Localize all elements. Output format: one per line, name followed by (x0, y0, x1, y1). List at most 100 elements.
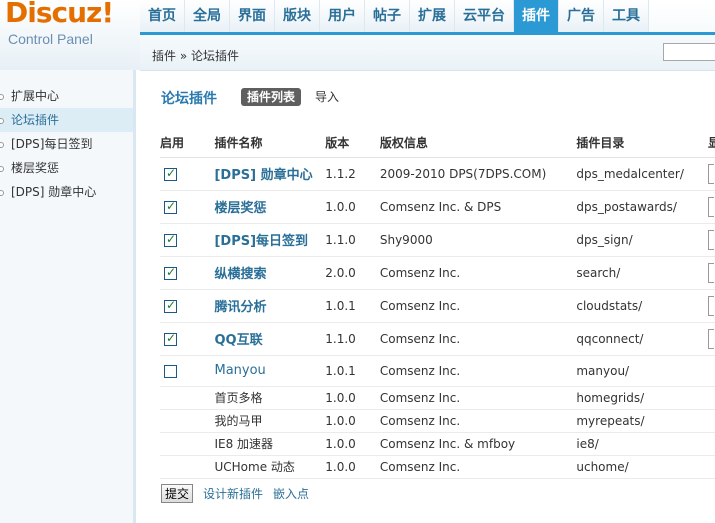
plugin-name-link[interactable]: 纵横搜索 (214, 267, 266, 282)
cell-version: 1.0.0 (325, 409, 380, 433)
display-order-input[interactable] (707, 262, 714, 283)
cell-copyright: Comsenz Inc. (379, 386, 577, 410)
cell-enabled (160, 355, 215, 387)
table-row: 首页多格 1.0.0 Comsenz Inc. homegrids/ (160, 386, 715, 410)
cell-enabled (160, 409, 215, 433)
tab-import[interactable]: 导入 (309, 88, 345, 106)
cell-plugin-name: IE8 加速器 (214, 432, 326, 456)
plugin-table: 启用 插件名称 版本 版权信息 插件目录 显 [DPS] 勋章中心 1.1.220… (160, 129, 715, 479)
cell-display (707, 157, 715, 191)
design-new-plugin-link[interactable]: 设计新插件 (203, 485, 263, 502)
plugin-name-link[interactable]: [DPS] 勋章中心 (214, 168, 312, 183)
cell-directory: search/ (576, 256, 708, 290)
cell-version: 1.0.1 (325, 289, 380, 323)
cell-plugin-name: 纵横搜索 (214, 256, 326, 290)
cell-version: 1.1.2 (325, 157, 380, 191)
submit-button[interactable]: 提交 (161, 484, 194, 503)
nav-item[interactable]: 扩展 (410, 0, 455, 32)
table-row: 腾讯分析 1.0.1Comsenz Inc.cloudstats/ (160, 289, 715, 323)
cell-enabled (160, 157, 215, 191)
column-header-name: 插件名称 (214, 129, 326, 158)
display-order-input[interactable] (707, 295, 714, 316)
cell-copyright: Comsenz Inc. & mfboy (379, 432, 577, 456)
top-nav: 首页 全局 界面 版块 用户 帖子 扩展 云平台 插件 广告 工具 (140, 0, 649, 34)
cell-directory: uchome/ (576, 455, 708, 479)
display-order-input[interactable] (707, 196, 714, 217)
cell-version: 1.0.0 (325, 386, 380, 410)
enable-checkbox[interactable] (164, 166, 177, 181)
sidebar: 扩展中心 论坛插件 [DPS]每日签到 楼层奖惩 [DPS] 勋章中心 (0, 70, 136, 523)
enable-checkbox[interactable] (164, 298, 177, 313)
logo[interactable]: Discuz! Control Panel (0, 0, 140, 70)
nav-item[interactable]: 用户 (320, 0, 365, 32)
nav-item[interactable]: 版块 (275, 0, 320, 32)
cell-plugin-name: Manyou (214, 355, 326, 387)
cell-plugin-name: 首页多格 (214, 386, 326, 410)
nav-item[interactable]: 首页 (140, 0, 185, 32)
hooks-link[interactable]: 嵌入点 (273, 485, 309, 502)
cell-display (707, 432, 715, 456)
page-title: 论坛插件 (161, 91, 217, 107)
plugin-name-link[interactable]: 腾讯分析 (214, 300, 266, 315)
enable-checkbox[interactable] (164, 199, 177, 214)
display-order-input[interactable] (707, 163, 714, 184)
cell-version: 1.0.0 (325, 455, 380, 479)
sidebar-item-dps-medal-center[interactable]: [DPS] 勋章中心 (0, 180, 133, 204)
nav-item[interactable]: 界面 (230, 0, 275, 32)
cell-directory: ie8/ (576, 432, 708, 456)
display-order-input[interactable] (707, 328, 714, 349)
cell-display (707, 322, 715, 356)
cell-enabled (160, 256, 215, 290)
sidebar-item-dps-sign[interactable]: [DPS]每日签到 (0, 132, 133, 156)
display-order-input[interactable] (707, 229, 714, 250)
sidebar-item-post-awards[interactable]: 楼层奖惩 (0, 156, 133, 180)
search-input[interactable] (663, 43, 715, 61)
enable-checkbox[interactable] (164, 232, 177, 247)
tab-plugin-list[interactable]: 插件列表 (241, 88, 302, 106)
plugin-name-link[interactable]: 楼层奖惩 (214, 201, 266, 216)
logo-main-text: Discuz! (5, 0, 114, 29)
cell-plugin-name: 我的马甲 (214, 409, 326, 433)
sidebar-item-extension-center[interactable]: 扩展中心 (0, 84, 133, 108)
enable-checkbox[interactable] (164, 331, 177, 346)
cell-directory: dps_medalcenter/ (576, 157, 708, 191)
cell-directory: dps_postawards/ (576, 190, 708, 224)
nav-item[interactable]: 广告 (559, 0, 604, 32)
cell-version: 1.0.1 (325, 355, 380, 387)
cell-enabled (160, 223, 215, 257)
cell-copyright: Shy9000 (379, 223, 577, 257)
cell-plugin-name: [DPS] 勋章中心 (214, 157, 326, 191)
cell-display (707, 223, 715, 257)
plugin-name: IE8 加速器 (214, 437, 274, 451)
nav-item[interactable]: 工具 (604, 0, 649, 32)
cell-display (707, 355, 715, 387)
table-row: 我的马甲 1.0.0 Comsenz Inc. myrepeats/ (160, 409, 715, 433)
table-row: 楼层奖惩 1.0.0Comsenz Inc. & DPSdps_postaward… (160, 190, 715, 224)
cell-display (707, 190, 715, 224)
table-row: [DPS]每日签到 1.1.0Shy9000dps_sign/ (160, 223, 715, 257)
column-header-display: 显 (707, 129, 715, 158)
nav-item[interactable]: 全局 (185, 0, 230, 32)
tab-bar: 插件列表 导入 (241, 88, 345, 106)
plugin-name-link[interactable]: Manyou (214, 363, 265, 378)
cell-copyright: Comsenz Inc. (379, 355, 577, 387)
cell-plugin-name: 楼层奖惩 (214, 190, 326, 224)
nav-item[interactable]: 帖子 (365, 0, 410, 32)
plugin-name: 我的马甲 (214, 414, 263, 428)
column-header-copyright: 版权信息 (379, 129, 577, 158)
plugin-name-link[interactable]: [DPS]每日签到 (214, 234, 308, 249)
sidebar-item-forum-plugins[interactable]: 论坛插件 (0, 108, 133, 132)
enable-checkbox[interactable] (164, 364, 177, 378)
nav-item[interactable]: 插件 (514, 0, 559, 33)
table-row: IE8 加速器 1.0.0 Comsenz Inc. & mfboy ie8/ (160, 432, 715, 456)
cell-plugin-name: 腾讯分析 (214, 289, 326, 323)
cell-enabled (160, 386, 215, 410)
nav-item[interactable]: 云平台 (455, 0, 514, 32)
plugin-name-link[interactable]: QQ互联 (214, 333, 262, 348)
plugin-name: 首页多格 (214, 391, 263, 405)
footer-actions: 提交 设计新插件 嵌入点 (161, 484, 309, 503)
cell-plugin-name: [DPS]每日签到 (214, 223, 326, 257)
enable-checkbox[interactable] (164, 265, 177, 280)
column-header-enabled: 启用 (160, 129, 215, 158)
cell-copyright: Comsenz Inc. (379, 455, 577, 479)
